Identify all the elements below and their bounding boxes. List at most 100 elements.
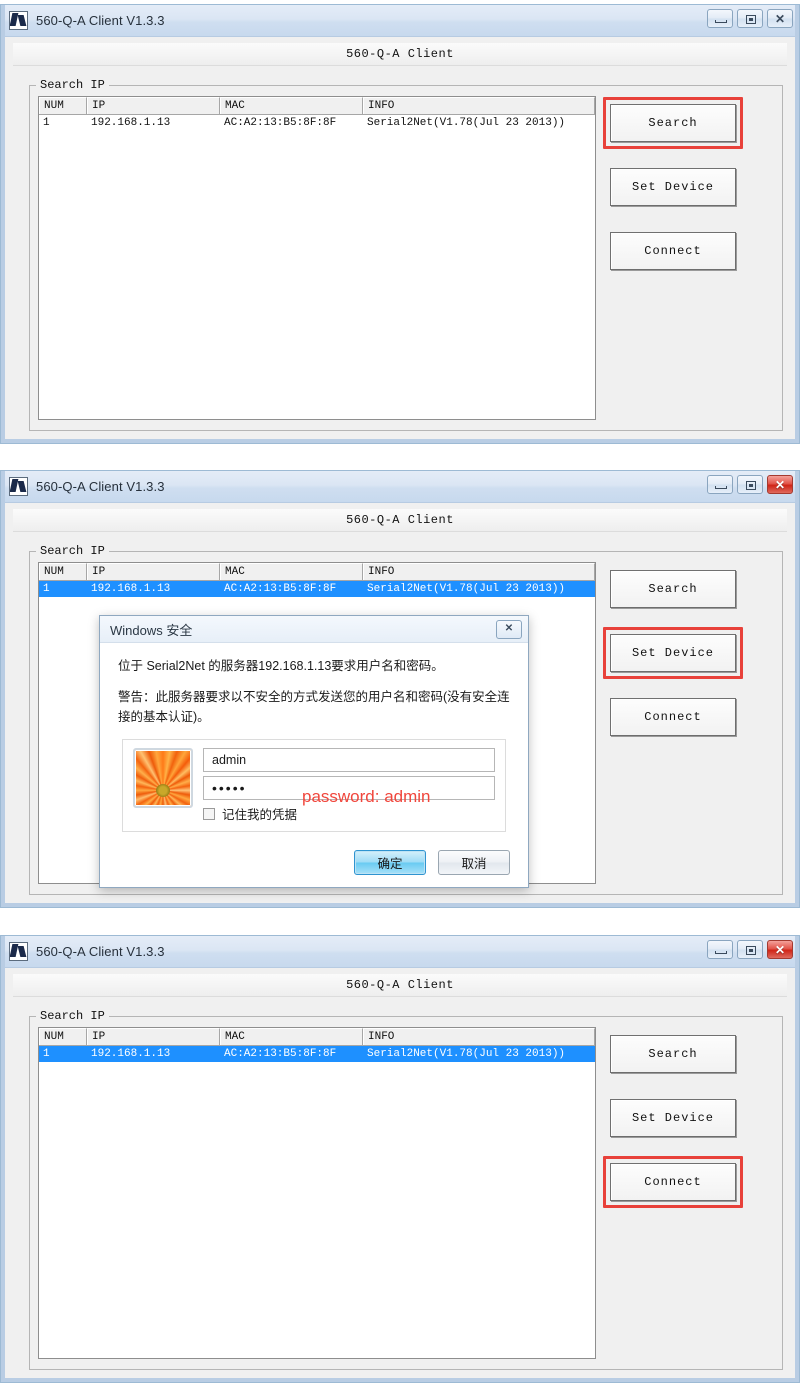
maximize-button[interactable] [737, 475, 763, 494]
cell-num: 1 [43, 583, 50, 595]
window-title: 560-Q-A Client V1.3.3 [36, 479, 165, 494]
table-header-row: NUM IP MAC INFO [39, 563, 595, 581]
search-button-wrap: Search [602, 558, 752, 622]
set-device-button-wrap: Set Device [602, 1087, 752, 1151]
dialog-message-line1: 位于 Serial2Net 的服务器192.168.1.13要求用户名和密码。 [118, 659, 444, 673]
remember-credentials-checkbox[interactable] [203, 807, 215, 820]
action-buttons-3: Search Set Device Connect [602, 1023, 752, 1215]
close-icon: ✕ [774, 11, 786, 26]
dialog-close-button[interactable]: ✕ [496, 619, 522, 639]
set-device-button[interactable]: Set Device [610, 168, 736, 206]
close-button[interactable]: ✕ [767, 475, 793, 494]
app-icon [9, 942, 28, 961]
cell-info: Serial2Net(V1.78(Jul 23 2013)) [367, 117, 566, 129]
username-field[interactable]: admin [203, 748, 495, 773]
minimize-button[interactable] [707, 9, 733, 28]
titlebar-2[interactable]: 560-Q-A Client V1.3.3 ✕ [1, 471, 799, 503]
groupbox-title: Search IP [36, 78, 109, 92]
app-banner-label: 560-Q-A Client [346, 513, 454, 527]
search-button[interactable]: Search [610, 1035, 736, 1073]
minimize-button[interactable] [707, 940, 733, 959]
titlebar-1[interactable]: 560-Q-A Client V1.3.3 ✕ [1, 5, 799, 37]
window-title: 560-Q-A Client V1.3.3 [36, 944, 165, 959]
connect-button[interactable]: Connect [610, 698, 736, 736]
dialog-footer: 确定 取消 [100, 840, 528, 887]
table-row[interactable]: 1 192.168.1.13 AC:A2:13:B5:8F:8F Serial2… [39, 115, 595, 131]
close-icon: ✕ [774, 477, 786, 492]
window-controls-3: ✕ [707, 940, 793, 959]
close-icon: ✕ [504, 623, 514, 634]
column-header-info[interactable]: INFO [363, 97, 595, 114]
titlebar-3[interactable]: 560-Q-A Client V1.3.3 ✕ [1, 936, 799, 968]
maximize-button[interactable] [737, 940, 763, 959]
column-header-ip[interactable]: IP [87, 97, 220, 114]
app-banner-1: 560-Q-A Client [13, 43, 787, 66]
client-area-1: 560-Q-A Client Search IP NUM IP MAC INFO… [5, 37, 795, 439]
table-header-row: NUM IP MAC INFO [39, 1028, 595, 1046]
column-header-num[interactable]: NUM [39, 563, 87, 580]
connect-button-wrap: Connect [602, 686, 752, 750]
connect-button-wrap: Connect [602, 1151, 752, 1215]
search-button-wrap: Search [602, 1023, 752, 1087]
connect-button[interactable]: Connect [610, 232, 736, 270]
app-window-3: 560-Q-A Client V1.3.3 ✕ 560-Q-A Client S… [0, 935, 800, 1383]
app-icon [9, 11, 28, 30]
action-buttons-1: Search Set Device Connect [602, 92, 752, 284]
column-header-num[interactable]: NUM [39, 97, 87, 114]
set-device-button[interactable]: Set Device [610, 1099, 736, 1137]
window-controls-2: ✕ [707, 475, 793, 494]
device-list-3[interactable]: NUM IP MAC INFO 1 192.168.1.13 AC:A2:13:… [38, 1027, 596, 1359]
table-row[interactable]: 1 192.168.1.13 AC:A2:13:B5:8F:8F Serial2… [39, 1046, 595, 1062]
column-header-info[interactable]: INFO [363, 1028, 595, 1045]
cell-ip: 192.168.1.13 [91, 1048, 171, 1060]
column-header-ip[interactable]: IP [87, 563, 220, 580]
app-window-1: 560-Q-A Client V1.3.3 ✕ 560-Q-A Client S… [0, 4, 800, 444]
close-button[interactable]: ✕ [767, 9, 793, 28]
groupbox-title: Search IP [36, 544, 109, 558]
minimize-button[interactable] [707, 475, 733, 494]
window-title: 560-Q-A Client V1.3.3 [36, 13, 165, 28]
set-device-button-wrap: Set Device [602, 622, 752, 686]
cell-num: 1 [43, 117, 50, 129]
dialog-titlebar[interactable]: Windows 安全 ✕ [100, 616, 528, 643]
minimize-icon [715, 486, 727, 489]
column-header-mac[interactable]: MAC [220, 1028, 363, 1045]
device-list-1[interactable]: NUM IP MAC INFO 1 192.168.1.13 AC:A2:13:… [38, 96, 596, 420]
app-icon [9, 477, 28, 496]
app-banner-label: 560-Q-A Client [346, 47, 454, 61]
ok-button[interactable]: 确定 [354, 850, 426, 876]
window-controls-1: ✕ [707, 9, 793, 28]
table-row[interactable]: 1 192.168.1.13 AC:A2:13:B5:8F:8F Serial2… [39, 581, 595, 597]
maximize-button[interactable] [737, 9, 763, 28]
cell-num: 1 [43, 1048, 50, 1060]
column-header-mac[interactable]: MAC [220, 97, 363, 114]
dialog-message-line2: 警告：此服务器要求以不安全的方式发送您的用户名和密码(没有安全连接的基本认证)。 [118, 690, 510, 724]
set-device-button-wrap: Set Device [602, 156, 752, 220]
connect-button[interactable]: Connect [610, 1163, 736, 1201]
column-header-ip[interactable]: IP [87, 1028, 220, 1045]
column-header-mac[interactable]: MAC [220, 563, 363, 580]
maximize-icon [746, 946, 756, 955]
maximize-icon [746, 15, 756, 24]
table-header-row: NUM IP MAC INFO [39, 97, 595, 115]
set-device-button[interactable]: Set Device [610, 634, 736, 672]
close-button[interactable]: ✕ [767, 940, 793, 959]
search-button[interactable]: Search [610, 104, 736, 142]
cell-info: Serial2Net(V1.78(Jul 23 2013)) [367, 1048, 566, 1060]
cell-ip: 192.168.1.13 [91, 117, 171, 129]
credentials-panel: admin ••••• 记住我的凭据 [122, 739, 506, 833]
password-annotation: password: admin [302, 787, 431, 806]
app-banner-2: 560-Q-A Client [13, 509, 787, 532]
column-header-info[interactable]: INFO [363, 563, 595, 580]
cell-info: Serial2Net(V1.78(Jul 23 2013)) [367, 583, 566, 595]
user-flower-avatar [133, 748, 193, 809]
search-button[interactable]: Search [610, 570, 736, 608]
column-header-num[interactable]: NUM [39, 1028, 87, 1045]
groupbox-title: Search IP [36, 1009, 109, 1023]
cancel-button[interactable]: 取消 [438, 850, 510, 876]
cell-mac: AC:A2:13:B5:8F:8F [224, 1048, 337, 1060]
search-ip-groupbox-3: Search IP NUM IP MAC INFO 1 192.168.1.13… [29, 1009, 783, 1370]
cell-ip: 192.168.1.13 [91, 583, 171, 595]
minimize-icon [715, 951, 727, 954]
app-banner-label: 560-Q-A Client [346, 978, 454, 992]
